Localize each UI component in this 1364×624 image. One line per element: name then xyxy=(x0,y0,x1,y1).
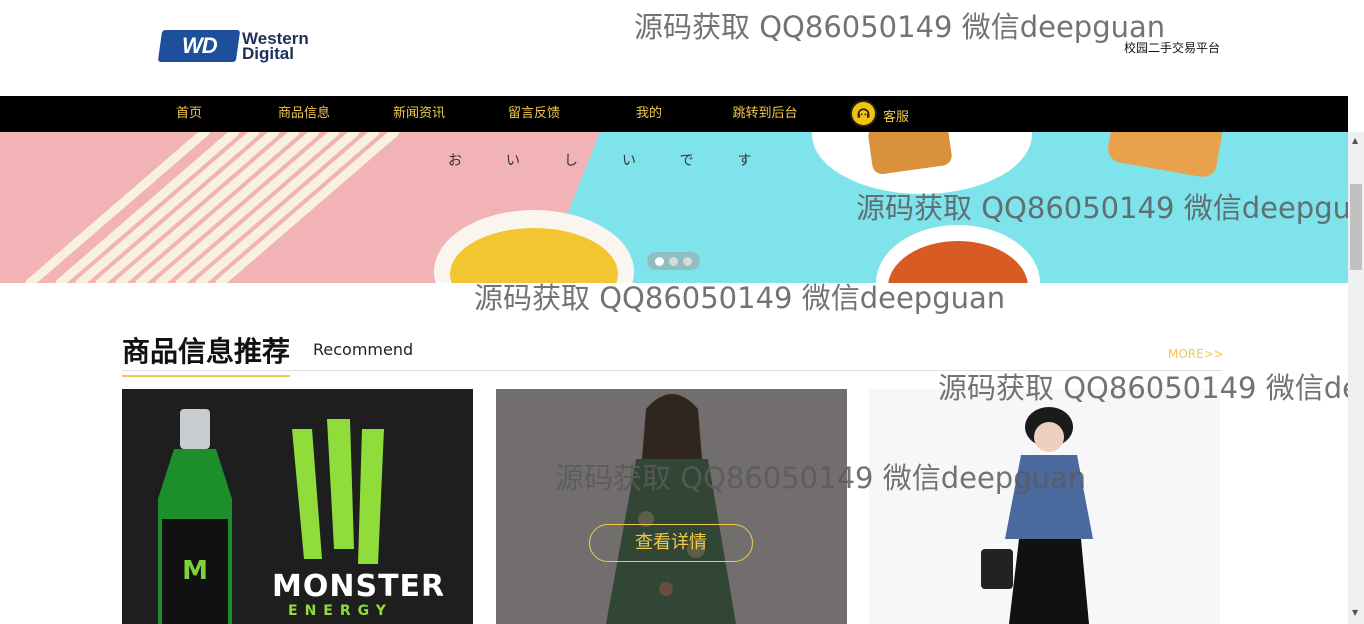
carousel-dot-3[interactable] xyxy=(683,256,692,266)
vertical-scrollbar[interactable]: ▲ ▼ xyxy=(1348,132,1364,624)
nav-item-admin[interactable]: 跳转到后台 xyxy=(727,96,803,132)
headset-icon xyxy=(857,108,870,118)
site-logo[interactable]: WD Western Digital xyxy=(157,30,309,63)
logo-line2: Digital xyxy=(242,44,294,63)
carousel-dot-2[interactable] xyxy=(669,256,678,266)
scroll-down-icon[interactable]: ▼ xyxy=(1352,608,1358,617)
product-caption: MONSTER xyxy=(272,569,446,604)
nav-item-products[interactable]: 商品信息 xyxy=(272,96,336,132)
logo-badge-text: WD xyxy=(181,33,217,58)
scroll-up-icon[interactable]: ▲ xyxy=(1352,136,1358,145)
more-link[interactable]: MORE>> xyxy=(1168,347,1224,361)
nav-item-news[interactable]: 新闻资讯 xyxy=(387,96,451,132)
logo-badge: WD xyxy=(157,30,241,62)
product-image-denim-jacket xyxy=(869,389,1220,624)
page: WD Western Digital 校园二手交易平台 首页 商品信息 新闻资讯… xyxy=(0,0,1364,624)
nav-item-feedback[interactable]: 留言反馈 xyxy=(502,96,566,132)
scroll-thumb[interactable] xyxy=(1350,184,1362,270)
logo-text: Western Digital xyxy=(242,30,309,63)
product-caption-2: ENERGY xyxy=(288,603,393,619)
svg-text:M: M xyxy=(182,556,208,586)
product-card-2[interactable]: 查看详情 xyxy=(496,389,847,624)
view-details-button[interactable]: 查看详情 xyxy=(589,524,753,562)
header: WD Western Digital 校园二手交易平台 xyxy=(0,0,1348,96)
nav-item-home[interactable]: 首页 xyxy=(160,96,218,132)
main-nav: 首页 商品信息 新闻资讯 留言反馈 我的 跳转到后台 客服 xyxy=(0,96,1348,132)
section-title: 商品信息推荐 xyxy=(122,330,291,377)
carousel-indicators xyxy=(647,252,700,270)
nav-item-customer-service[interactable]: 客服 xyxy=(878,100,914,136)
banner-caption: おいしいです xyxy=(448,153,796,169)
product-card-3[interactable] xyxy=(869,389,1220,624)
product-card-1[interactable]: M MONSTER ENERGY xyxy=(122,389,473,624)
customer-service-icon[interactable] xyxy=(850,100,877,127)
site-name: 校园二手交易平台 xyxy=(1124,41,1221,55)
carousel-dot-1[interactable] xyxy=(655,256,664,266)
nav-item-mine[interactable]: 我的 xyxy=(627,96,671,132)
hover-overlay xyxy=(496,389,847,624)
section-subtitle: Recommend xyxy=(313,340,414,359)
